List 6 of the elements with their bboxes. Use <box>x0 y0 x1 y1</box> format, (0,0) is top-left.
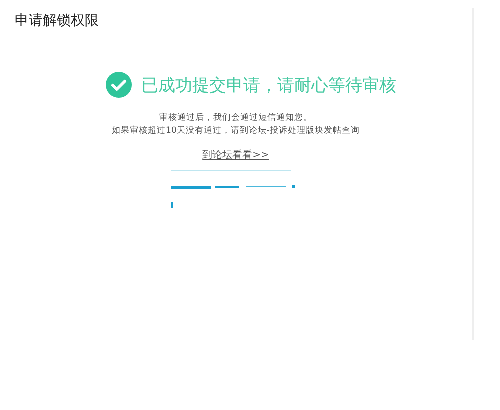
page-title: 申请解锁权限 <box>15 12 99 30</box>
forum-link[interactable]: 到论坛看看>> <box>202 148 270 162</box>
notice-text: 审核通过后，我们会通过短信通知您。 <box>160 112 312 125</box>
check-icon <box>106 72 132 98</box>
notice-text: 如果审核超过10天没有通过，请到论坛-投诉处理版块发帖查询 <box>112 125 360 138</box>
success-message: 已成功提交申请，请耐心等待审核 <box>142 74 396 96</box>
